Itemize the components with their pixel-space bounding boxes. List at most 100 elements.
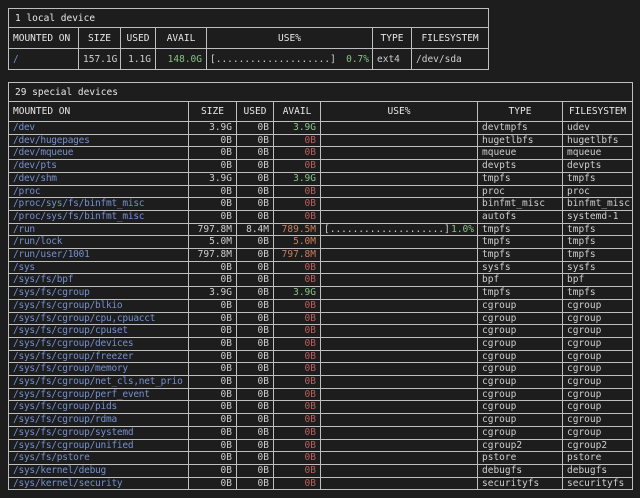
fs-row: /proc0B0B0Bprocproc [9, 185, 633, 198]
use-percent-cell [321, 439, 478, 452]
filesystem-value: hugetlbfs [563, 134, 633, 147]
mount-point: /sys/fs/cgroup/unified [9, 439, 189, 452]
use-percent-cell [321, 299, 478, 312]
col-header-size: SIZE [79, 28, 121, 49]
size-value: 0B [189, 261, 237, 274]
mount-point: /dev/pts [9, 160, 189, 173]
special-table-title: 29 special devices [9, 83, 633, 102]
type-value: cgroup [478, 388, 563, 401]
use-percent-cell: [....................]1.0% [321, 223, 478, 236]
filesystem-value: cgroup [563, 401, 633, 414]
used-value: 0B [237, 376, 274, 389]
local-table-title: 1 local device [9, 9, 489, 28]
mount-point: /sys/fs/cgroup/systemd [9, 426, 189, 439]
avail-value: 0B [274, 299, 321, 312]
local-table-title-row: 1 local device [9, 9, 489, 28]
size-value: 0B [189, 325, 237, 338]
fs-row: /sys/fs/cgroup/rdma0B0B0Bcgroupcgroup [9, 414, 633, 427]
usage-percent: 1.0% [451, 224, 474, 236]
type-value: cgroup [478, 325, 563, 338]
use-percent-cell [321, 134, 478, 147]
used-value: 0B [237, 477, 274, 490]
use-percent-cell [321, 363, 478, 376]
use-percent-cell [321, 464, 478, 477]
mount-point: /proc/sys/fs/binfmt_misc [9, 198, 189, 211]
size-value: 5.0M [189, 236, 237, 249]
fs-row: /dev/pts0B0B0Bdevptsdevpts [9, 160, 633, 173]
type-value: bpf [478, 274, 563, 287]
col-header-use-percent: USE% [321, 102, 478, 122]
avail-value: 0B [274, 274, 321, 287]
size-value: 0B [189, 185, 237, 198]
mount-point: /sys/fs/cgroup/pids [9, 401, 189, 414]
fs-row: /sys/fs/cgroup/net_cls,net_prio0B0B0Bcgr… [9, 376, 633, 389]
mount-point: /sys/fs/bpf [9, 274, 189, 287]
use-percent-cell [321, 350, 478, 363]
filesystem-value: binfmt_misc [563, 198, 633, 211]
mount-point: /proc/sys/fs/binfmt_misc [9, 210, 189, 223]
used-value: 0B [237, 439, 274, 452]
fs-row: /dev3.9G0B3.9Gdevtmpfsudev [9, 122, 633, 135]
fs-row: /proc/sys/fs/binfmt_misc0B0B0Bbinfmt_mis… [9, 198, 633, 211]
col-header-use-percent: USE% [207, 28, 373, 49]
mount-point: /run/user/1001 [9, 249, 189, 262]
fs-row: /sys/fs/cgroup/memory0B0B0Bcgroupcgroup [9, 363, 633, 376]
mount-point: /sys/fs/pstore [9, 452, 189, 465]
fs-row: /dev/shm3.9G0B3.9Gtmpfstmpfs [9, 172, 633, 185]
size-value: 0B [189, 401, 237, 414]
size-value: 0B [189, 210, 237, 223]
use-percent-cell [321, 287, 478, 300]
filesystem-value: tmpfs [563, 172, 633, 185]
size-value: 157.1G [79, 49, 121, 70]
fs-row: /157.1G1.1G148.0G[....................]0… [9, 49, 489, 70]
size-value: 0B [189, 350, 237, 363]
type-value: proc [478, 185, 563, 198]
use-percent-cell [321, 414, 478, 427]
type-value: cgroup [478, 299, 563, 312]
mount-point: /proc [9, 185, 189, 198]
fs-row: /sys0B0B0Bsysfssysfs [9, 261, 633, 274]
used-value: 0B [237, 350, 274, 363]
col-header-filesystem: FILESYSTEM [563, 102, 633, 122]
type-value: cgroup2 [478, 439, 563, 452]
filesystem-value: proc [563, 185, 633, 198]
avail-value: 5.0M [274, 236, 321, 249]
use-percent-cell [321, 426, 478, 439]
use-percent-cell [321, 325, 478, 338]
avail-value: 0B [274, 414, 321, 427]
size-value: 0B [189, 363, 237, 376]
mount-point: /sys/kernel/security [9, 477, 189, 490]
filesystem-value: cgroup [563, 363, 633, 376]
special-table-header-row: MOUNTED ON SIZE USED AVAIL USE% TYPE FIL… [9, 102, 633, 122]
filesystem-value: tmpfs [563, 249, 633, 262]
type-value: cgroup [478, 350, 563, 363]
size-value: 0B [189, 426, 237, 439]
used-value: 1.1G [121, 49, 156, 70]
filesystem-value: cgroup [563, 337, 633, 350]
mount-point: /sys [9, 261, 189, 274]
usage-percent: 0.7% [346, 54, 369, 65]
type-value: devtmpfs [478, 122, 563, 135]
filesystem-value: devpts [563, 160, 633, 173]
avail-value: 3.9G [274, 122, 321, 135]
use-percent-cell [321, 401, 478, 414]
avail-value: 0B [274, 210, 321, 223]
mount-point: /dev/mqueue [9, 147, 189, 160]
avail-value: 789.5M [274, 223, 321, 236]
filesystem-value: sysfs [563, 261, 633, 274]
use-percent-cell [321, 236, 478, 249]
local-table-header-row: MOUNTED ON SIZE USED AVAIL USE% TYPE FIL… [9, 28, 489, 49]
avail-value: 0B [274, 337, 321, 350]
use-percent-cell [321, 172, 478, 185]
avail-value: 148.0G [156, 49, 207, 70]
fs-row: /sys/fs/cgroup/unified0B0B0Bcgroup2cgrou… [9, 439, 633, 452]
type-value: cgroup [478, 426, 563, 439]
filesystem-value: /dev/sda [412, 49, 489, 70]
avail-value: 0B [274, 261, 321, 274]
avail-value: 0B [274, 160, 321, 173]
use-percent-cell [321, 452, 478, 465]
col-header-mounted-on: MOUNTED ON [9, 102, 189, 122]
used-value: 0B [237, 464, 274, 477]
mount-point: / [9, 49, 79, 70]
type-value: tmpfs [478, 223, 563, 236]
